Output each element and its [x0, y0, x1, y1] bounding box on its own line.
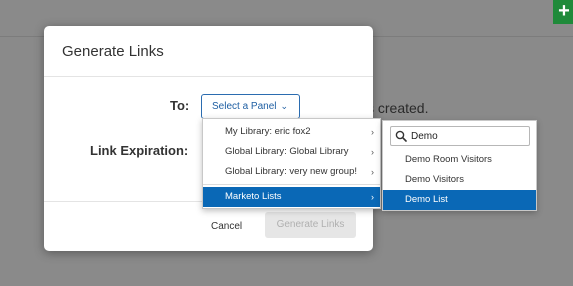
submenu-item-demo-visitors[interactable]: Demo Visitors — [383, 170, 536, 190]
to-label: To: — [170, 98, 190, 113]
marketo-lists-submenu: Demo Room Visitors Demo Visitors Demo Li… — [382, 120, 537, 211]
menu-item-my-library[interactable]: My Library: eric fox2 › — [203, 122, 380, 142]
chevron-right-icon: › — [371, 127, 374, 137]
select-panel-label: Select a Panel — [212, 101, 277, 112]
menu-divider — [203, 184, 380, 185]
list-search-input[interactable] — [411, 129, 526, 144]
generate-links-button[interactable]: Generate Links — [265, 212, 356, 238]
submenu-item-demo-room-visitors[interactable]: Demo Room Visitors — [383, 150, 536, 170]
menu-item-label: My Library: eric fox2 — [225, 126, 311, 137]
modal-header-divider — [44, 76, 373, 77]
search-icon — [395, 130, 407, 142]
menu-item-global-library-new-group[interactable]: Global Library: very new group! › — [203, 162, 380, 182]
chevron-right-icon: › — [371, 147, 374, 157]
chevron-right-icon: › — [371, 167, 374, 177]
menu-item-marketo-lists[interactable]: Marketo Lists › — [203, 187, 380, 207]
menu-item-label: Global Library: Global Library — [225, 146, 349, 157]
submenu-item-demo-list[interactable]: Demo List — [383, 190, 536, 210]
list-search-box[interactable] — [390, 126, 530, 146]
chevron-right-icon: › — [371, 192, 374, 202]
menu-item-global-library[interactable]: Global Library: Global Library › — [203, 142, 380, 162]
menu-item-label: Global Library: very new group! — [225, 166, 358, 177]
cancel-button[interactable]: Cancel — [211, 221, 242, 232]
panel-menu: My Library: eric fox2 › Global Library: … — [202, 118, 381, 209]
chevron-down-icon: ⌄ — [280, 101, 289, 111]
add-button[interactable]: + — [553, 0, 573, 24]
menu-item-label: Marketo Lists — [225, 191, 282, 202]
select-panel-dropdown[interactable]: Select a Panel ⌄ — [201, 94, 300, 119]
link-expiration-label: Link Expiration: — [90, 143, 189, 158]
modal-title: Generate Links — [62, 43, 164, 60]
